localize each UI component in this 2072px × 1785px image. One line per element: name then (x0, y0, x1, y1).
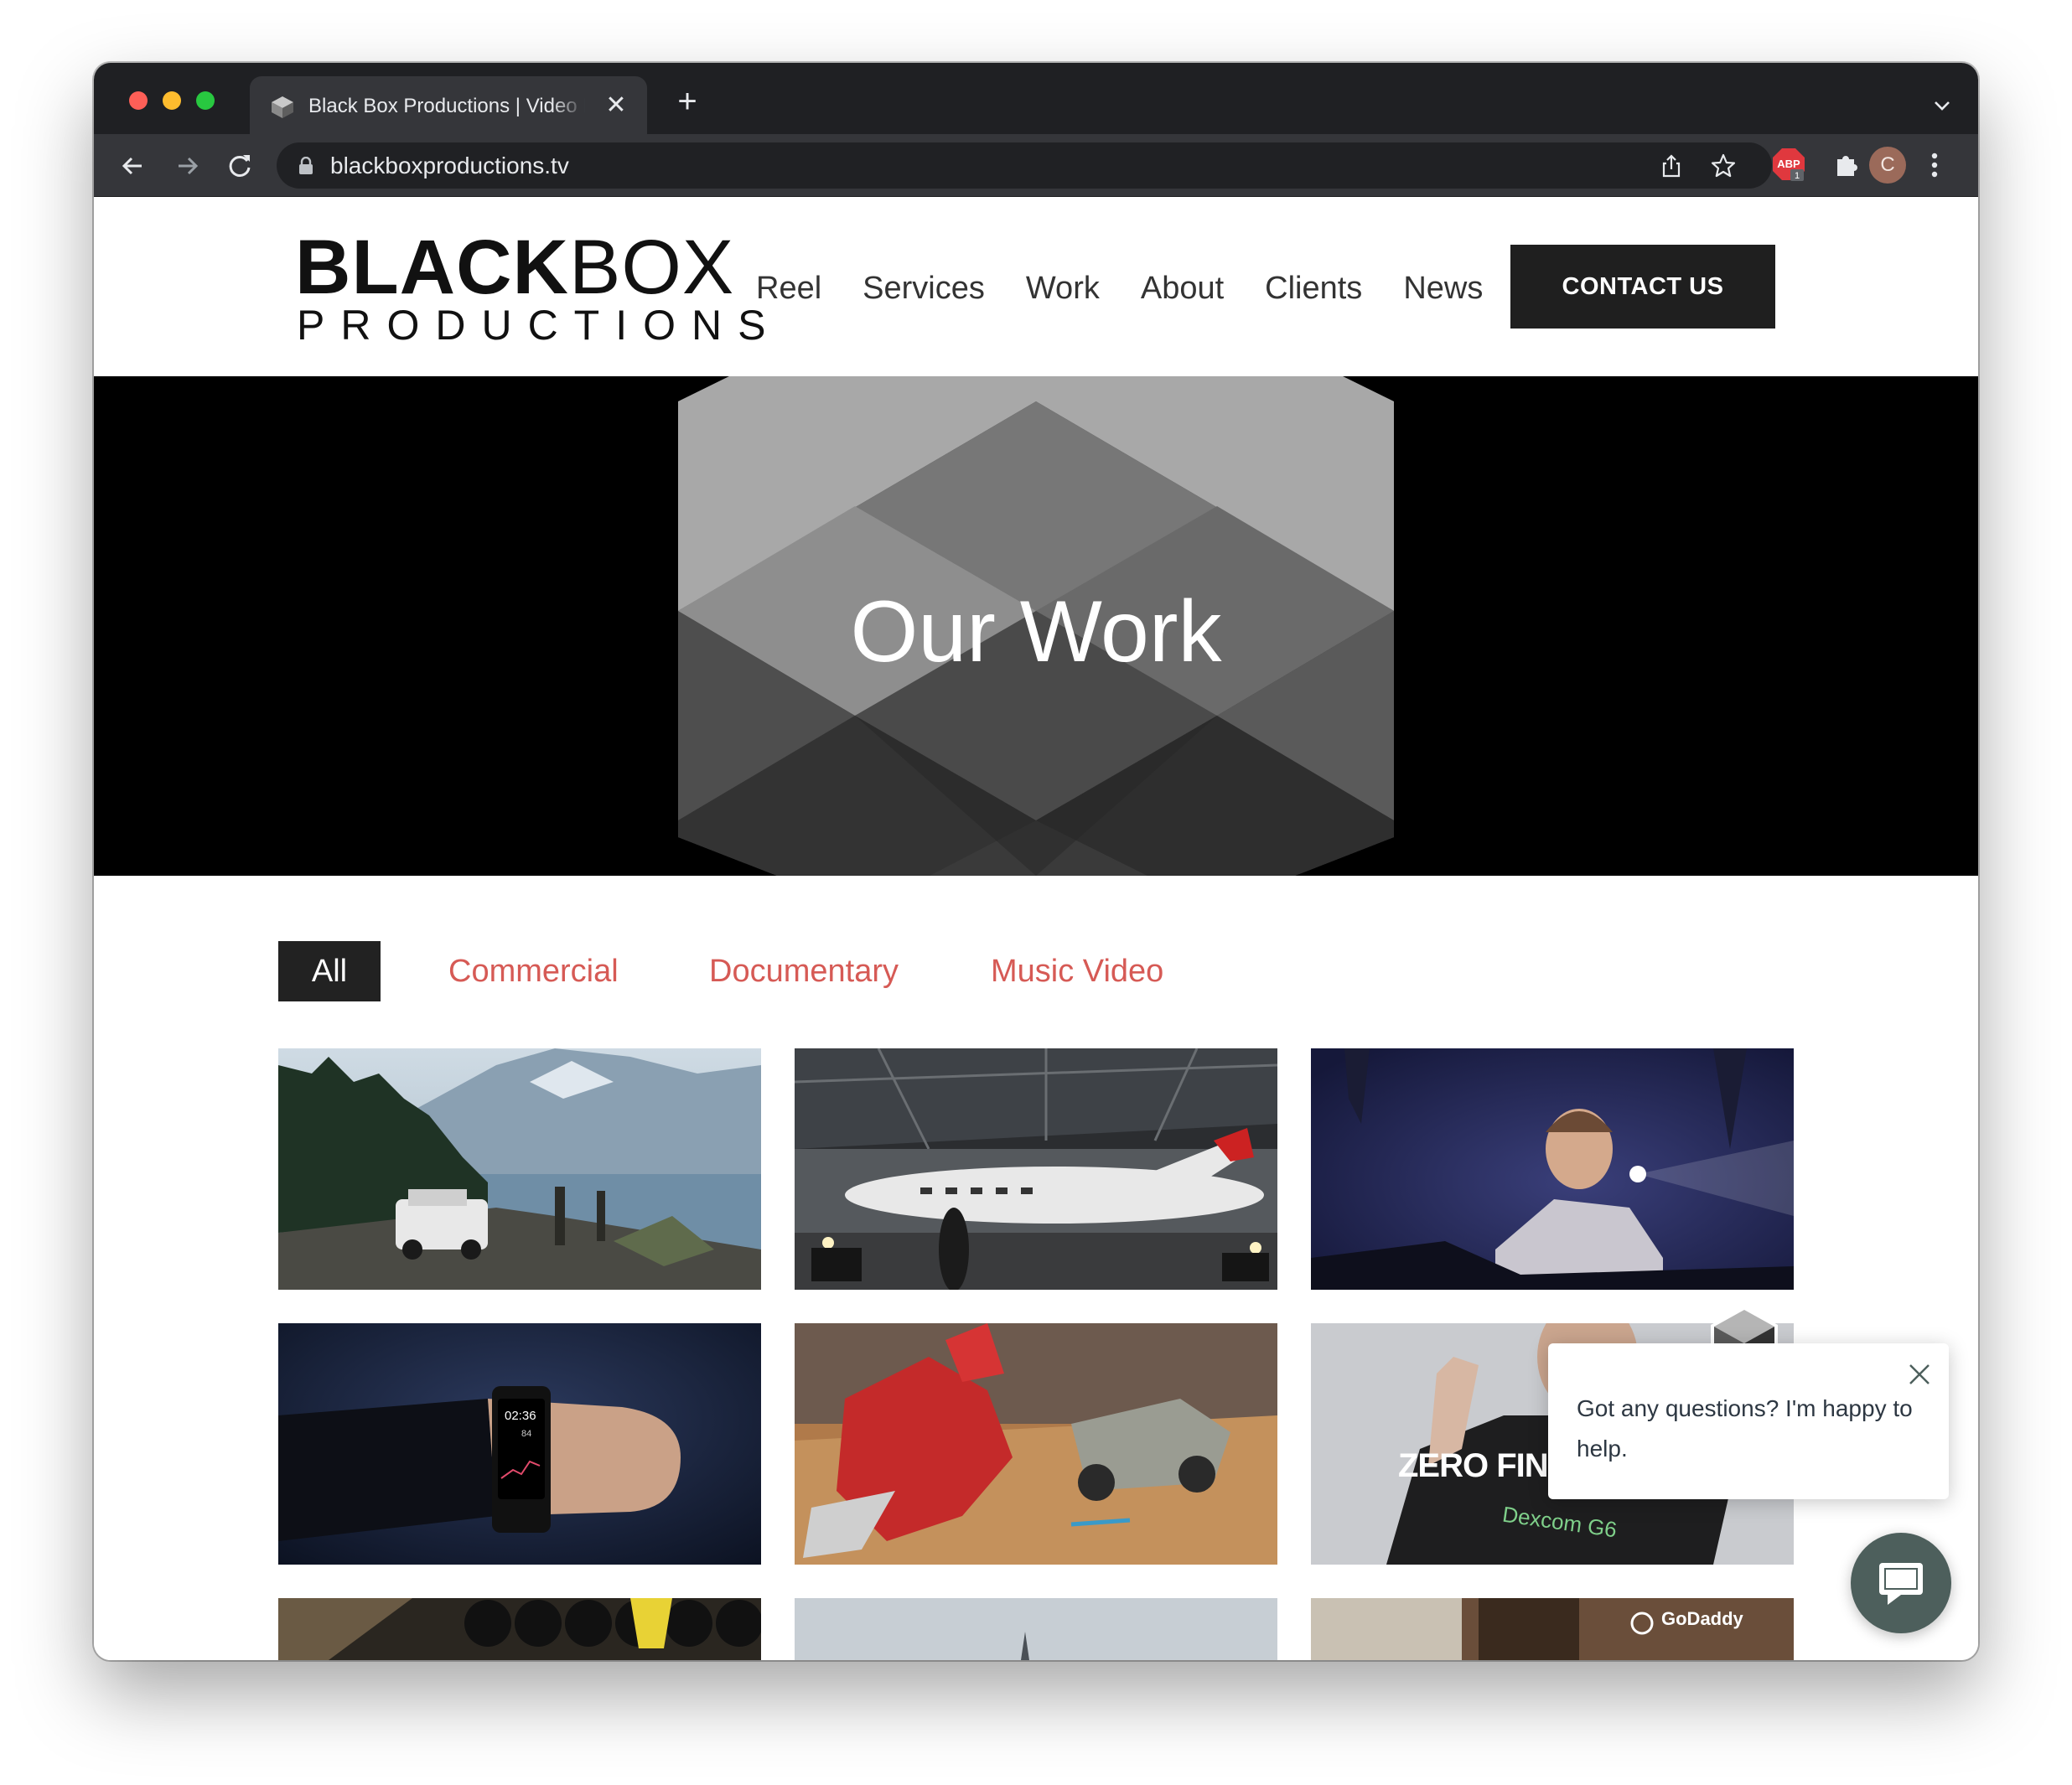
back-arrow-icon[interactable] (117, 151, 148, 181)
browser-menu-icon[interactable] (1928, 149, 1941, 181)
maximize-window-button[interactable] (196, 91, 215, 110)
boy-cave-thumbnail (1311, 1048, 1794, 1290)
chat-close-icon[interactable] (1905, 1360, 1934, 1389)
work-tile-godaddy[interactable]: GoDaddy (1311, 1598, 1794, 1660)
sky-thumbnail (795, 1598, 1277, 1660)
svg-text:ABP: ABP (1777, 158, 1800, 170)
logo-black: BLACK (295, 225, 569, 310)
godaddy-logo-text: GoDaddy (1661, 1608, 1743, 1629)
url-text[interactable]: blackboxproductions.tv (330, 153, 569, 179)
blackbox-logo[interactable]: BLACKBOX PRODUCTIONS (295, 229, 765, 346)
tab-close-icon[interactable]: ✕ (603, 93, 629, 118)
chat-message: Got any questions? I'm happy to help. (1577, 1395, 1913, 1462)
plane-hangar-thumbnail (795, 1048, 1277, 1290)
bookmark-star-icon[interactable] (1710, 153, 1737, 179)
profile-avatar[interactable]: C (1869, 147, 1906, 184)
nav-reel[interactable]: Reel (756, 267, 821, 309)
work-tile-plane-hangar[interactable] (795, 1048, 1277, 1290)
contact-us-button[interactable]: CONTACT US (1510, 245, 1775, 329)
reload-icon[interactable] (225, 151, 255, 181)
lock-icon[interactable] (298, 157, 313, 175)
nav-news[interactable]: News (1403, 267, 1483, 309)
svg-text:1: 1 (1795, 171, 1800, 181)
new-tab-button[interactable]: + (672, 85, 702, 118)
browser-toolbar: blackboxproductions.tv ABP 1 C (94, 134, 1978, 197)
svg-text:84: 84 (521, 1429, 531, 1439)
main-nav: Reel Services Work About Clients News (756, 267, 1524, 309)
work-tile-suv-lake[interactable] (278, 1048, 761, 1290)
filter-documentary[interactable]: Documentary (709, 941, 899, 1001)
minimize-window-button[interactable] (163, 91, 181, 110)
chat-popup[interactable]: Got any questions? I'm happy to help. (1548, 1343, 1949, 1499)
nav-about[interactable]: About (1141, 267, 1224, 309)
hero-banner: Our Work (94, 376, 1978, 876)
work-tile-lego[interactable] (795, 1323, 1277, 1565)
tab-search-chevron-icon[interactable] (1930, 93, 1955, 118)
page-title: Our Work (850, 583, 1222, 680)
extensions-puzzle-icon[interactable] (1832, 149, 1862, 179)
work-tile-boy-cave[interactable] (1311, 1048, 1794, 1290)
work-tile-smartwatch[interactable]: 02:36 84 (278, 1323, 761, 1565)
lego-thumbnail (795, 1323, 1277, 1565)
smartwatch-thumbnail: 02:36 84 (278, 1323, 761, 1565)
svg-text:02:36: 02:36 (505, 1409, 536, 1423)
filter-music-video[interactable]: Music Video (991, 941, 1163, 1001)
filter-commercial[interactable]: Commercial (448, 941, 619, 1001)
suv-lake-thumbnail (278, 1048, 761, 1290)
tab-strip: Black Box Productions | Video Production… (94, 63, 1978, 134)
site-header: BLACKBOX PRODUCTIONS Reel Services Work … (94, 197, 1978, 376)
logo-productions: PRODUCTIONS (297, 302, 782, 349)
work-tile-hats[interactable] (278, 1598, 761, 1660)
browser-tab[interactable]: Black Box Productions | Video Production… (250, 76, 647, 134)
blackbox-favicon-icon (272, 96, 293, 118)
chat-bubble-icon (1879, 1563, 1923, 1605)
nav-services[interactable]: Services (862, 267, 985, 309)
close-window-button[interactable] (129, 91, 148, 110)
work-filters: All Commercial Documentary Music Video (278, 941, 1284, 1001)
share-icon[interactable] (1658, 153, 1685, 179)
logo-box: BOX (568, 225, 735, 310)
dexcom-overlay-text: ZERO FING (1398, 1447, 1574, 1484)
tab-title: Black Box Productions | Video Production (308, 95, 585, 117)
nav-work[interactable]: Work (1026, 267, 1100, 309)
hats-thumbnail (278, 1598, 761, 1660)
page-viewport: BLACKBOX PRODUCTIONS Reel Services Work … (94, 197, 1978, 1660)
address-bar[interactable]: blackboxproductions.tv (277, 142, 1772, 189)
nav-clients[interactable]: Clients (1265, 267, 1362, 309)
chat-launcher-button[interactable] (1851, 1533, 1951, 1633)
browser-window: Black Box Productions | Video Production… (94, 63, 1978, 1660)
filter-all[interactable]: All (278, 941, 381, 1001)
work-tile-sky[interactable] (795, 1598, 1277, 1660)
forward-arrow-icon[interactable] (173, 151, 203, 181)
adblock-plus-icon[interactable]: ABP 1 (1772, 147, 1805, 181)
